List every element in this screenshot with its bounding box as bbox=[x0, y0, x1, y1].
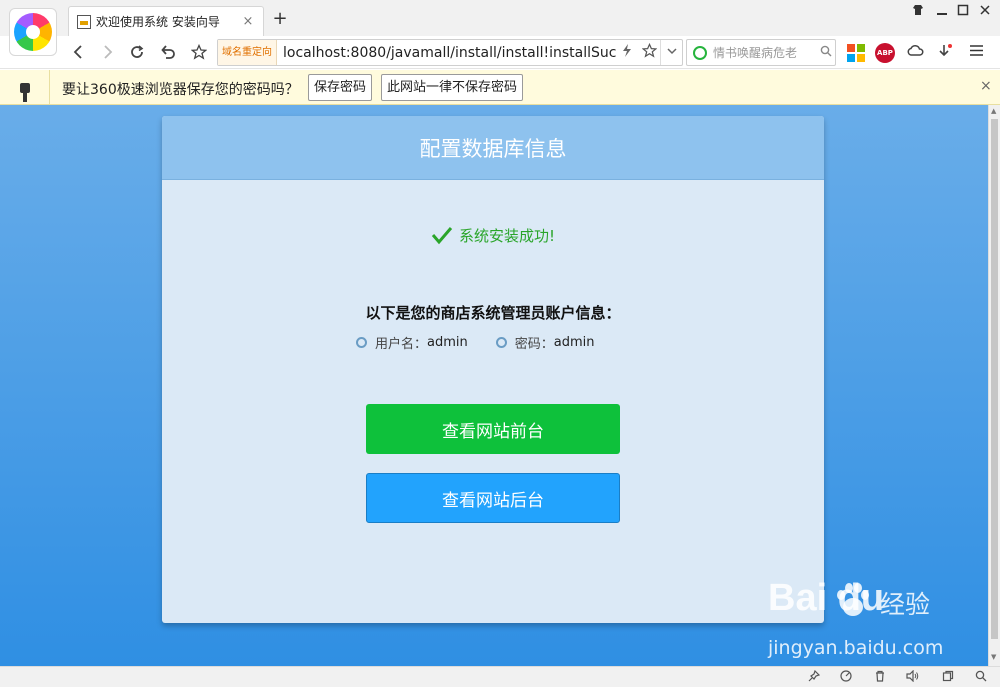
scroll-thumb[interactable] bbox=[991, 119, 998, 639]
speed-icon[interactable] bbox=[838, 670, 854, 686]
account-info-row: 用户名： admin 密码： admin bbox=[356, 333, 623, 352]
tab-welcome[interactable]: 欢迎使用系统 安装向导 × bbox=[68, 6, 264, 36]
circle-icon bbox=[495, 337, 507, 348]
success-message: 系统安装成功! bbox=[162, 224, 824, 246]
baidu-watermark: Bai du 经验 jingyan.baidu.com bbox=[768, 577, 978, 665]
username-info: 用户名： admin bbox=[356, 333, 468, 352]
new-tab-button[interactable]: + bbox=[272, 8, 288, 29]
view-frontend-button[interactable]: 查看网站前台 bbox=[366, 404, 620, 454]
scroll-down-icon[interactable]: ▼ bbox=[991, 653, 996, 661]
scroll-up-icon[interactable]: ▲ bbox=[991, 107, 996, 115]
search-input[interactable]: 情书唤醒病危老 bbox=[713, 44, 817, 61]
forward-icon[interactable] bbox=[96, 41, 118, 63]
menu-icon[interactable] bbox=[966, 43, 986, 63]
page-favicon-icon bbox=[77, 14, 91, 29]
save-password-button[interactable]: 保存密码 bbox=[308, 74, 373, 101]
maximize-icon[interactable] bbox=[953, 4, 973, 20]
address-bar[interactable]: 域名重定向 localhost:8080/javamall/install/in… bbox=[217, 39, 683, 66]
never-save-password-button[interactable]: 此网站一律不保存密码 bbox=[381, 74, 524, 101]
watermark-url: jingyan.baidu.com bbox=[768, 637, 944, 659]
password-label: 密码： bbox=[514, 337, 554, 352]
pin-icon[interactable] bbox=[806, 669, 822, 686]
password-info: 密码： admin bbox=[495, 333, 595, 352]
chevron-down-icon[interactable] bbox=[660, 40, 682, 65]
favorite-star-icon[interactable] bbox=[638, 42, 660, 62]
title-bar: 欢迎使用系统 安装向导 × + bbox=[0, 0, 1000, 36]
search-icon[interactable] bbox=[817, 45, 835, 60]
close-window-icon[interactable] bbox=[975, 4, 995, 20]
volume-icon[interactable] bbox=[904, 669, 920, 686]
vertical-scrollbar[interactable]: ▲ ▼ bbox=[988, 105, 1000, 666]
close-icon[interactable]: × bbox=[980, 78, 992, 94]
search-box[interactable]: 情书唤醒病危老 bbox=[686, 39, 836, 66]
account-info-title: 以下是您的商店系统管理员账户信息： bbox=[365, 304, 621, 322]
watermark-sub-text: 经验 bbox=[880, 590, 931, 619]
key-icon bbox=[0, 70, 50, 105]
card-title: 配置数据库信息 bbox=[419, 136, 567, 161]
install-card: 配置数据库信息 系统安装成功! 以下是您的商店系统管理员账户信息： 用户名： a… bbox=[162, 116, 824, 623]
card-header: 配置数据库信息 bbox=[162, 116, 824, 180]
status-bar bbox=[0, 666, 1000, 687]
search-engine-icon bbox=[693, 45, 707, 60]
bookmark-star-icon[interactable] bbox=[188, 41, 210, 63]
undo-icon[interactable] bbox=[157, 41, 179, 63]
trash-icon[interactable] bbox=[872, 670, 888, 686]
adblock-icon[interactable]: ABP bbox=[875, 43, 895, 63]
password-value: admin bbox=[553, 335, 595, 350]
reload-icon[interactable] bbox=[126, 41, 148, 63]
navigation-bar: 域名重定向 localhost:8080/javamall/install/in… bbox=[0, 36, 1000, 69]
success-text: 系统安装成功! bbox=[458, 226, 555, 245]
view-backend-button[interactable]: 查看网站后台 bbox=[366, 473, 620, 523]
skin-icon[interactable] bbox=[908, 4, 928, 20]
paw-icon bbox=[837, 583, 869, 616]
apps-icon[interactable] bbox=[847, 44, 865, 62]
browser-logo-icon[interactable] bbox=[9, 8, 57, 56]
checkmark-icon bbox=[431, 227, 453, 245]
window-icon[interactable] bbox=[940, 670, 956, 686]
lightning-icon[interactable] bbox=[616, 44, 638, 61]
tab-title: 欢迎使用系统 安装向导 bbox=[96, 15, 220, 29]
back-icon[interactable] bbox=[68, 41, 90, 63]
minimize-icon[interactable] bbox=[932, 4, 952, 20]
download-icon[interactable] bbox=[935, 43, 955, 63]
zoom-icon[interactable] bbox=[973, 670, 989, 686]
circle-icon bbox=[356, 337, 367, 348]
tab-close-icon[interactable]: × bbox=[241, 14, 255, 29]
cloud-icon[interactable] bbox=[905, 43, 925, 63]
username-value: admin bbox=[427, 335, 468, 350]
url-input[interactable]: localhost:8080/javamall/install/install!… bbox=[277, 45, 616, 61]
password-save-bar: 要让360极速浏览器保存您的密码吗？ 保存密码 此网站一律不保存密码 × bbox=[0, 70, 1000, 105]
username-label: 用户名： bbox=[375, 337, 428, 352]
redirect-badge: 域名重定向 bbox=[218, 40, 277, 65]
password-prompt-text: 要让360极速浏览器保存您的密码吗？ bbox=[62, 82, 299, 98]
